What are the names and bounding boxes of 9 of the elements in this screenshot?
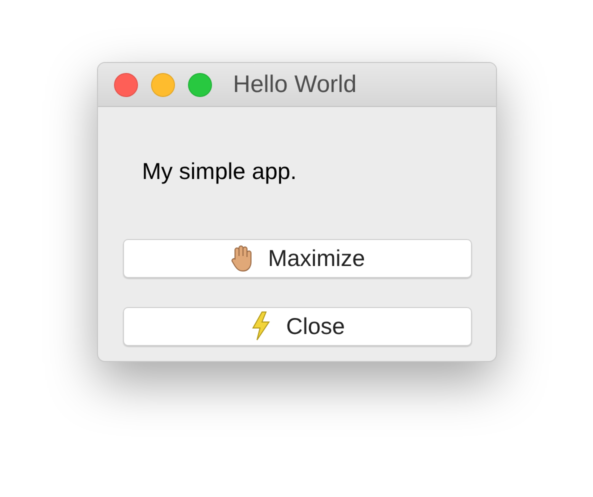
lightning-icon	[250, 311, 272, 341]
hand-icon	[230, 244, 254, 272]
zoom-window-button[interactable]	[188, 72, 212, 96]
window-title: Hello World	[233, 70, 357, 100]
app-label: My simple app.	[142, 157, 297, 186]
close-window-button[interactable]	[114, 72, 138, 96]
minimize-window-button[interactable]	[151, 72, 175, 96]
action-button[interactable]: Maximize	[123, 238, 472, 278]
action-button[interactable]: Close	[123, 306, 472, 346]
